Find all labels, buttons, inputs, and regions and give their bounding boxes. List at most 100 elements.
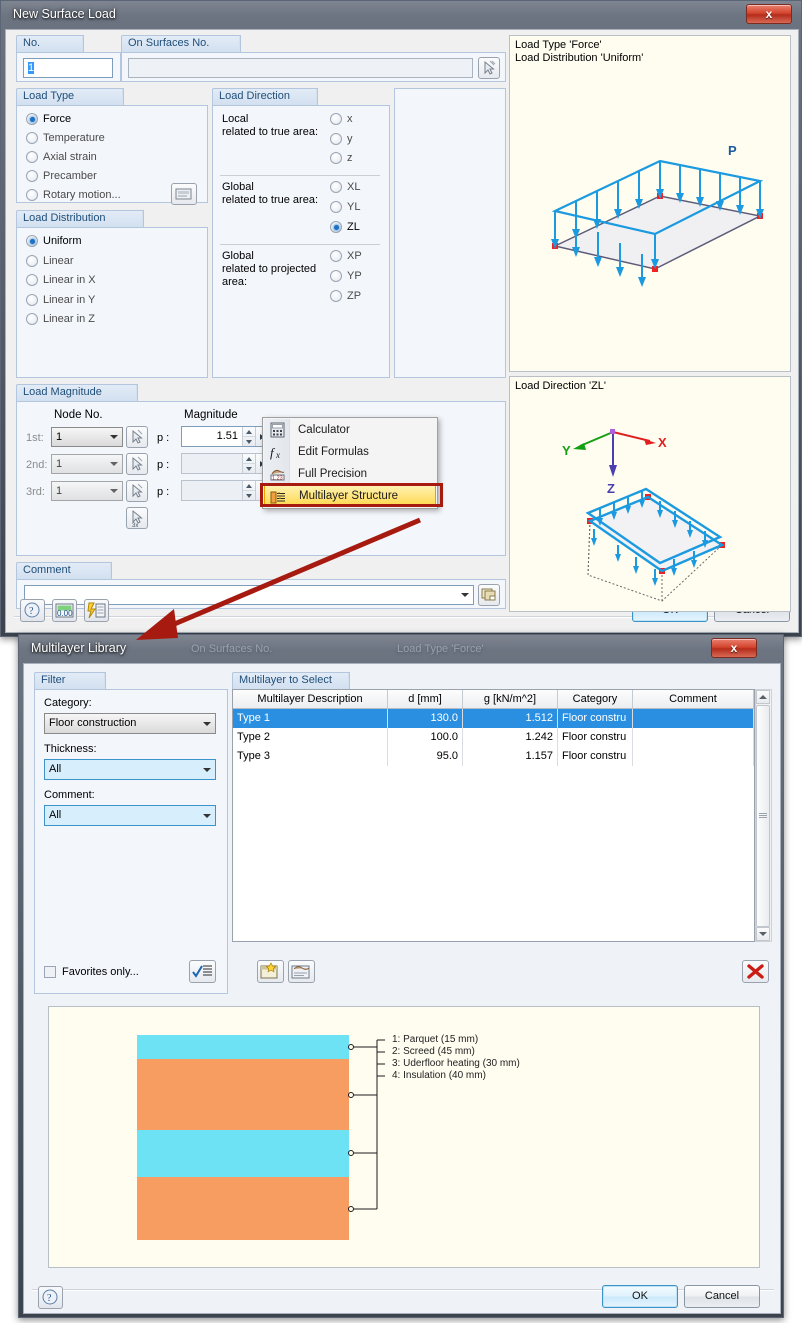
radio-direction-xl[interactable]: XL — [330, 181, 360, 193]
spin-down-icon[interactable] — [243, 491, 255, 500]
radio-dot — [330, 250, 342, 262]
layer-diagram-panel: 1: Parquet (15 mm) 2: Screed (45 mm) 3: … — [48, 1006, 760, 1268]
dialog2-ok-button[interactable]: OK — [602, 1285, 678, 1308]
magnitude-spinner-1[interactable] — [242, 427, 255, 446]
radio-direction-yp[interactable]: YP — [330, 270, 362, 282]
delete-red-x-icon[interactable] — [742, 960, 769, 983]
magnitude-spinner-3[interactable] — [242, 481, 255, 500]
magnitude-input-1[interactable]: 1.51 — [181, 426, 269, 447]
radio-direction-y[interactable]: y — [330, 133, 353, 145]
preview-direction-graphic: X Y Z — [562, 429, 725, 602]
radio-label: ZL — [347, 221, 360, 233]
on-surfaces-input[interactable] — [128, 58, 473, 78]
radio-direction-xp[interactable]: XP — [330, 250, 362, 262]
scroll-up-arrow-icon[interactable] — [756, 690, 770, 704]
radio-direction-zl[interactable]: ZL — [330, 221, 360, 233]
menu-item-calculator[interactable]: Calculator — [264, 419, 436, 441]
global-true-area-caption: Global related to true area: — [222, 181, 319, 206]
radio-distribution-linear-y[interactable]: Linear in Y — [26, 294, 95, 306]
new-multilayer-icon[interactable] — [257, 960, 284, 983]
multilayer-table[interactable]: Multilayer Description d [mm] g [kN/m^2]… — [232, 689, 755, 942]
rotary-settings-icon[interactable] — [171, 183, 197, 205]
table-row[interactable]: Type 1 130.0 1.512 Floor constru — [233, 709, 754, 728]
category-select[interactable]: Floor construction — [44, 713, 216, 734]
radio-load-type-force[interactable]: Force — [26, 113, 71, 125]
menu-item-full-precision[interactable]: 1.23 Full Precision — [264, 463, 436, 485]
settings-lightning-icon[interactable] — [84, 599, 109, 622]
magnitude-context-menu[interactable]: Calculator fx Edit Formulas 1.23 Full Pr… — [262, 417, 438, 509]
radio-load-type-temperature[interactable]: Temperature — [26, 132, 105, 144]
radio-direction-z[interactable]: z — [330, 152, 353, 164]
menu-item-multilayer-structure[interactable]: Multilayer Structure — [264, 485, 436, 507]
chevron-down-icon — [203, 813, 211, 818]
scroll-down-arrow-icon[interactable] — [756, 927, 770, 941]
filter-comment-select[interactable]: All — [44, 805, 216, 826]
favorites-list-icon[interactable] — [189, 960, 216, 983]
spin-up-icon[interactable] — [243, 481, 255, 491]
dialog2-help-icon[interactable]: ? — [38, 1286, 63, 1309]
load-no-input[interactable]: 1 — [23, 58, 113, 78]
radio-label: YP — [347, 270, 362, 282]
chevron-down-icon — [110, 435, 118, 439]
radio-distribution-uniform[interactable]: Uniform — [26, 235, 82, 247]
magnitude-spinner-2[interactable] — [242, 454, 255, 473]
pick-surface-icon[interactable] — [478, 57, 500, 79]
radio-direction-x[interactable]: x — [330, 113, 353, 125]
radio-label: Linear — [43, 255, 74, 267]
spin-up-icon[interactable] — [243, 454, 255, 464]
spin-down-icon[interactable] — [243, 437, 255, 446]
dialog2-close-button[interactable]: x — [711, 638, 757, 658]
radio-label: Linear in Y — [43, 294, 96, 306]
units-icon[interactable]: 0.00 — [52, 599, 77, 622]
radio-distribution-linear[interactable]: Linear — [26, 255, 74, 267]
filter-group-body — [34, 689, 228, 994]
radio-load-type-precamber[interactable]: Precamber — [26, 170, 97, 182]
magnitude-value-1[interactable]: 1.51 — [182, 427, 242, 446]
multilayer-select-label: Multilayer to Select — [232, 672, 350, 689]
spin-down-icon[interactable] — [243, 464, 255, 473]
radio-distribution-linear-z[interactable]: Linear in Z — [26, 313, 95, 325]
node-no-value-2: 1 — [56, 458, 63, 470]
pick-node-icon-1[interactable] — [126, 426, 148, 448]
node-no-select-3[interactable]: 1 — [51, 481, 123, 501]
table-row[interactable]: Type 3 95.0 1.157 Floor constru — [233, 747, 754, 766]
thickness-select[interactable]: All — [44, 759, 216, 780]
radio-dot — [26, 189, 38, 201]
menu-item-edit-formulas[interactable]: fx Edit Formulas — [264, 441, 436, 463]
edit-multilayer-icon[interactable] — [288, 960, 315, 983]
magnitude-input-2[interactable] — [181, 453, 269, 474]
magnitude-value-2[interactable] — [182, 454, 242, 473]
column-header-d: d [mm] — [388, 690, 463, 708]
pick-node-icon-2[interactable] — [126, 453, 148, 475]
table-vertical-scrollbar[interactable] — [755, 689, 772, 942]
magnitude-value-3[interactable] — [182, 481, 242, 500]
dialog2-cancel-button[interactable]: Cancel — [684, 1285, 760, 1308]
radio-direction-zp[interactable]: ZP — [330, 290, 361, 302]
pick-node-icon-3[interactable] — [126, 480, 148, 502]
table-row[interactable]: Type 2 100.0 1.242 Floor constru — [233, 728, 754, 747]
table-header-row: Multilayer Description d [mm] g [kN/m^2]… — [233, 690, 754, 709]
cell-g: 1.157 — [463, 747, 558, 766]
radio-label: YL — [347, 201, 361, 213]
node-no-value-3: 1 — [56, 485, 63, 497]
node-no-select-2[interactable]: 1 — [51, 454, 123, 474]
radio-label: Linear in Z — [43, 313, 95, 325]
radio-distribution-linear-x[interactable]: Linear in X — [26, 274, 96, 286]
help-icon[interactable]: ? — [20, 599, 45, 622]
node-no-select-1[interactable]: 1 — [51, 427, 123, 447]
dialog1-close-button[interactable]: x — [746, 4, 792, 24]
thickness-value: All — [49, 763, 62, 775]
comment-library-icon[interactable] — [478, 584, 500, 606]
radio-load-type-axial-strain[interactable]: Axial strain — [26, 151, 97, 163]
spin-up-icon[interactable] — [243, 427, 255, 437]
scrollbar-thumb[interactable] — [756, 705, 770, 927]
radio-direction-yl[interactable]: YL — [330, 201, 360, 213]
radio-label: XL — [347, 181, 361, 193]
dialog1-titlebar[interactable]: New Surface Load x — [1, 1, 801, 29]
comment-label: Comment — [16, 562, 112, 579]
favorites-only-checkbox[interactable]: Favorites only... — [44, 966, 139, 978]
radio-load-type-rotary-motion[interactable]: Rotary motion... — [26, 189, 121, 201]
checkbox-box — [44, 966, 56, 978]
magnitude-column-header: Magnitude — [184, 409, 238, 421]
magnitude-input-3[interactable] — [181, 480, 269, 501]
